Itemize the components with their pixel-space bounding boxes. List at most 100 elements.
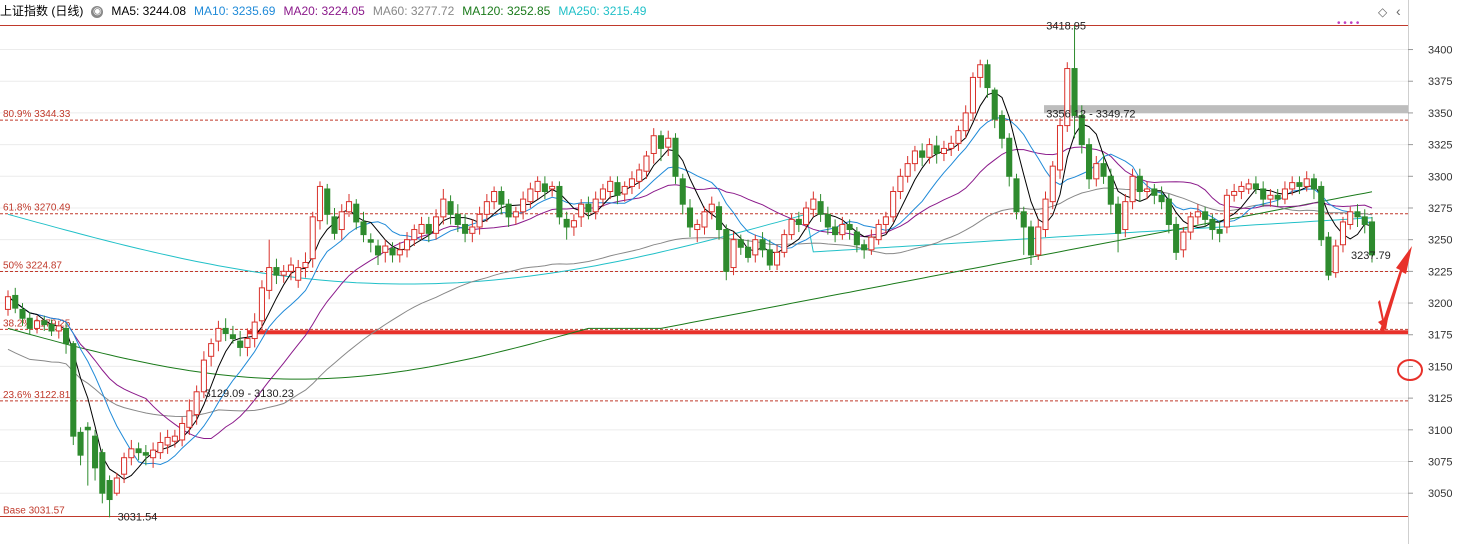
candle-body (179, 422, 186, 441)
candle-body (534, 180, 541, 193)
candle-body (1020, 211, 1027, 228)
diamond-icon: ◇ (1378, 5, 1388, 19)
candle-body (904, 163, 911, 177)
candle (1223, 188, 1230, 234)
candle-body (1056, 125, 1064, 171)
y-tick-label: 3300 (1428, 171, 1452, 183)
candle (26, 311, 33, 335)
candle (1281, 181, 1288, 205)
candle-body (592, 198, 599, 213)
candle-body (157, 441, 164, 454)
candle-body (360, 221, 367, 236)
candle-body (128, 448, 135, 459)
candle-body (708, 203, 715, 213)
candle (919, 143, 926, 167)
candle-body (469, 226, 476, 234)
candle (810, 191, 817, 217)
candle-body (1006, 137, 1013, 177)
y-tick-label: 3050 (1428, 488, 1452, 500)
candle (570, 214, 577, 236)
candle-body (694, 223, 701, 231)
candle (92, 429, 99, 481)
candle-body (745, 246, 752, 258)
candle (84, 422, 91, 486)
candle (534, 176, 541, 200)
candle-body (810, 198, 817, 210)
candle-body (1122, 201, 1129, 231)
candle (353, 199, 360, 230)
candle (1332, 239, 1339, 278)
candle (1064, 62, 1071, 132)
candle-body (229, 334, 236, 340)
candle (70, 341, 77, 446)
candle-body (998, 114, 1006, 139)
candle-body (969, 76, 976, 114)
candle (1245, 178, 1252, 195)
candle-body (1187, 216, 1194, 233)
candle (1260, 181, 1267, 207)
candle-body (882, 216, 889, 225)
y-tick-label: 3400 (1428, 45, 1452, 57)
candle-body (657, 135, 665, 149)
candle-body (512, 211, 519, 218)
candle-body (788, 218, 795, 236)
candle-body (309, 216, 316, 260)
candle (106, 475, 113, 518)
candle-body (4, 296, 12, 310)
candle-body (628, 178, 635, 187)
candle (367, 233, 374, 253)
candle (955, 125, 962, 151)
candle-body (1274, 194, 1281, 200)
candle-body (1339, 221, 1347, 246)
candle-body (563, 218, 570, 228)
value-annotation: 3356.12 - 3349.72 (1046, 108, 1135, 120)
candle-body (686, 207, 694, 228)
candle (331, 207, 338, 240)
candle-body (295, 267, 302, 281)
candlestick-chart[interactable]: 3050 3075 3100 3125 3150 3175 3200 3225 3250 3275… (0, 0, 1464, 544)
candle-body (505, 203, 512, 218)
candle-body (135, 448, 142, 454)
candle-body (121, 457, 128, 475)
y-tick-label: 3175 (1428, 330, 1452, 342)
collapse-icon: ‹ (1396, 3, 1401, 19)
candle-body (1289, 182, 1296, 190)
candle-body (977, 64, 984, 78)
candle (1231, 183, 1238, 202)
y-tick-label: 3075 (1428, 457, 1452, 469)
candle (222, 318, 229, 342)
candle (1042, 191, 1049, 238)
candle (752, 234, 759, 263)
y-tick-label: 3125 (1428, 393, 1452, 405)
candle-body (396, 249, 403, 256)
candle (498, 186, 505, 215)
candle-body (208, 343, 215, 357)
candle-body (26, 317, 33, 329)
candle-body (1325, 236, 1332, 276)
candle-body (483, 201, 490, 215)
candle (396, 242, 403, 263)
candle (251, 313, 258, 348)
candle-body (1238, 185, 1245, 193)
candle-body (1361, 216, 1368, 225)
candle-body (1086, 144, 1093, 180)
candle-body (280, 270, 287, 276)
candle-body (287, 264, 294, 272)
candle-body (1093, 163, 1100, 180)
candle (1093, 156, 1100, 187)
candle-body (41, 320, 48, 326)
candle (1020, 206, 1027, 255)
candle-body (1354, 211, 1361, 218)
candle (911, 145, 918, 172)
candle-body (679, 178, 686, 205)
candle (563, 211, 570, 240)
y-tick-label: 3100 (1428, 425, 1452, 437)
candle (636, 163, 643, 189)
candle (832, 219, 839, 243)
candle-body (614, 182, 621, 196)
candle (1035, 219, 1042, 260)
candle (1107, 168, 1114, 215)
candle-body (759, 239, 766, 251)
candle (1347, 206, 1354, 230)
candle-body (222, 327, 229, 334)
